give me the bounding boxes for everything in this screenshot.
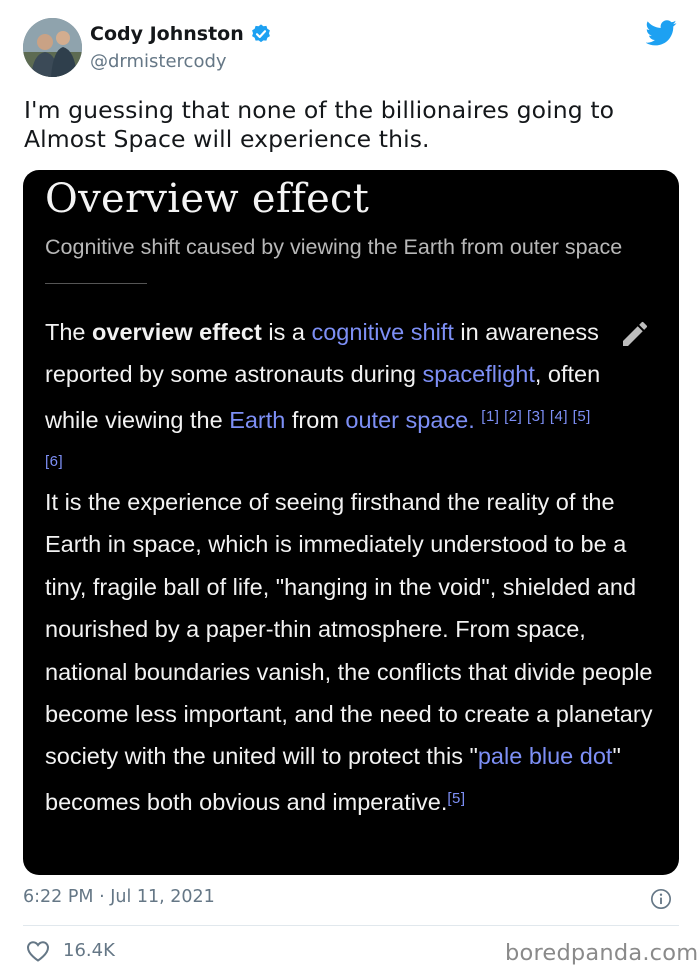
wiki-title: Overview effect (45, 176, 370, 222)
edit-pencil-icon[interactable] (619, 318, 651, 350)
tweet-timestamp[interactable]: 6:22 PM · Jul 11, 2021 (23, 887, 215, 907)
wiki-description: Cognitive shift caused by viewing the Ea… (45, 235, 623, 259)
watermark: boredpanda.com (505, 940, 699, 966)
avatar[interactable] (23, 18, 82, 77)
text-run: is a (261, 319, 312, 345)
author-handle[interactable]: @drmistercody (90, 51, 227, 72)
divider (45, 283, 147, 284)
text-run: The (45, 319, 93, 345)
text-run: It is the experience of seeing firsthand… (45, 489, 653, 770)
info-icon[interactable] (650, 888, 672, 910)
tweet-text: I'm guessing that none of the billionair… (24, 96, 615, 153)
link-pale-blue-dot[interactable]: pale blue dot (478, 743, 613, 769)
reference-link[interactable]: [5] (447, 790, 465, 807)
bold-term: overview effect (92, 319, 262, 345)
author-name[interactable]: Cody Johnston (90, 23, 244, 45)
twitter-bird-icon[interactable] (646, 20, 677, 46)
verified-badge-icon (251, 24, 270, 43)
link-spaceflight[interactable]: spaceflight (423, 361, 535, 387)
wiki-paragraph-2: It is the experience of seeing firsthand… (45, 481, 655, 823)
author-name-row[interactable]: Cody Johnston (90, 23, 272, 45)
text-run: . (468, 406, 482, 433)
heart-icon[interactable] (26, 940, 50, 962)
link-cognitive-shift[interactable]: cognitive shift (311, 319, 453, 345)
like-count[interactable]: 16.4K (63, 940, 115, 961)
wiki-paragraph-1: The overview effect is a cognitive shift… (45, 311, 605, 487)
link-earth[interactable]: Earth (229, 407, 285, 433)
link-outer-space[interactable]: outer space (345, 407, 468, 433)
attached-image[interactable]: Overview effect Cognitive shift caused b… (23, 170, 679, 875)
text-run: from (285, 406, 346, 433)
divider (23, 925, 679, 926)
